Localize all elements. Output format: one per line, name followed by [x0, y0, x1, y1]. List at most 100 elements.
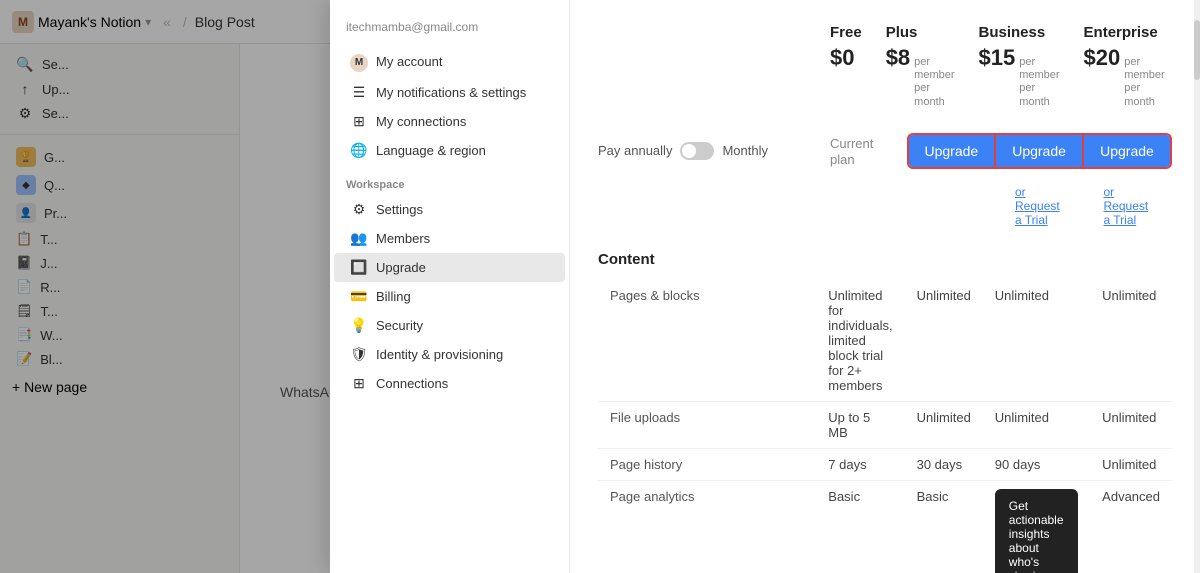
- plan-col-free: Free $0: [818, 24, 874, 125]
- monthly-text: Monthly: [722, 143, 768, 158]
- action-buttons: Current plan Upgrade Upgrade Upgrade: [818, 133, 1172, 169]
- enterprise-plan-price: $20 per memberper month: [1084, 45, 1165, 109]
- content-section-header: Content: [598, 251, 1172, 268]
- upgrade-icon: 🔲: [350, 259, 368, 276]
- plan-col-empty: [598, 24, 818, 125]
- members-label: Members: [376, 231, 430, 246]
- feature-plus-pages: Unlimited: [905, 280, 983, 402]
- modal-nav-notifications[interactable]: ☰ My notifications & settings: [334, 78, 565, 107]
- upgrade-plus-button[interactable]: Upgrade: [909, 135, 997, 167]
- feature-enterprise-uploads: Unlimited: [1090, 401, 1172, 448]
- pay-toggle-label: Pay annually Monthly: [598, 142, 818, 160]
- feature-row-analytics: Page analytics Basic Basic Get actionabl…: [598, 480, 1172, 573]
- connections2-icon: ⊞: [350, 375, 368, 392]
- modal-nav-connections[interactable]: ⊞ My connections: [334, 107, 565, 136]
- business-plan-name: Business: [979, 24, 1060, 41]
- connections-label: My connections: [376, 114, 466, 129]
- request-trial-business[interactable]: or Request a Trial: [1003, 181, 1076, 231]
- plus-plan-name: Plus: [886, 24, 955, 41]
- feature-business-analytics: Get actionable insights about who's view…: [983, 480, 1090, 573]
- settings-label: Settings: [376, 202, 423, 217]
- modal-nav-security[interactable]: 💡 Security: [334, 311, 565, 340]
- account-avatar: M: [350, 54, 368, 72]
- feature-row-uploads: File uploads Up to 5 MB Unlimited Unlimi…: [598, 401, 1172, 448]
- billing-label: Billing: [376, 289, 411, 304]
- trial-empty-2: [818, 181, 907, 231]
- feature-business-history: 90 days: [983, 448, 1090, 480]
- feature-plus-history: 30 days: [905, 448, 983, 480]
- modal-nav-billing[interactable]: 💳 Billing: [334, 282, 565, 311]
- modal-nav-my-account[interactable]: M My account: [334, 46, 565, 78]
- modal-nav-members[interactable]: 👥 Members: [334, 224, 565, 253]
- plan-col-enterprise: Enterprise $20 per memberper month: [1072, 24, 1177, 125]
- feature-enterprise-history: Unlimited: [1090, 448, 1172, 480]
- trial-business-cell: or Request a Trial: [995, 181, 1084, 231]
- request-trial-enterprise[interactable]: or Request a Trial: [1092, 181, 1165, 231]
- current-plan-cell: Current plan: [818, 135, 907, 167]
- billing-icon: 💳: [350, 288, 368, 305]
- plus-plan-price: $8 per memberper month: [886, 45, 955, 109]
- feature-business-uploads: Unlimited: [983, 401, 1090, 448]
- members-icon: 👥: [350, 230, 368, 247]
- free-plan-name: Free: [830, 24, 862, 41]
- upgrade-enterprise-button[interactable]: Upgrade: [1084, 135, 1170, 167]
- workspace-section-label: Workspace: [330, 165, 569, 195]
- settings-modal: itechmamba@gmail.com M My account ☰ My n…: [330, 0, 1200, 573]
- trial-links-row: or Request a Trial or Request a Trial: [598, 181, 1172, 231]
- my-account-label: My account: [376, 54, 442, 69]
- feature-enterprise-pages: Unlimited: [1090, 280, 1172, 402]
- modal-nav-identity[interactable]: 🛡 Identity & provisioning: [334, 340, 565, 369]
- user-email: itechmamba@gmail.com: [330, 16, 569, 46]
- feature-free-uploads: Up to 5 MB: [816, 401, 904, 448]
- feature-name-pages: Pages & blocks: [598, 280, 816, 402]
- feature-row-history: Page history 7 days 30 days 90 days Unli…: [598, 448, 1172, 480]
- feature-free-pages: Unlimited for individuals, limited block…: [816, 280, 904, 402]
- trial-empty-1: [598, 181, 818, 231]
- security-label: Security: [376, 318, 423, 333]
- toggle-switch[interactable]: [680, 142, 714, 160]
- feature-plus-uploads: Unlimited: [905, 401, 983, 448]
- enterprise-plan-name: Enterprise: [1084, 24, 1165, 41]
- language-icon: 🌐: [350, 142, 368, 159]
- scrollbar-thumb: [1194, 20, 1200, 80]
- plan-col-business: Business $15 per memberper month: [967, 24, 1072, 125]
- pay-annually-text: Pay annually: [598, 143, 672, 158]
- business-plan-price-sub: per memberper month: [1019, 56, 1059, 109]
- scrollbar[interactable]: [1194, 0, 1200, 573]
- modal-nav: itechmamba@gmail.com M My account ☰ My n…: [330, 0, 570, 573]
- upgrade-buttons-group: Upgrade Upgrade Upgrade: [907, 133, 1173, 169]
- feature-plus-analytics: Basic: [905, 480, 983, 573]
- feature-business-pages: Unlimited: [983, 280, 1090, 402]
- identity-label: Identity & provisioning: [376, 347, 503, 362]
- feature-enterprise-analytics: Advanced: [1090, 480, 1172, 573]
- security-icon: 💡: [350, 317, 368, 334]
- analytics-tooltip: Get actionable insights about who's view…: [995, 489, 1078, 573]
- account-icon: M: [350, 52, 368, 72]
- feature-free-analytics: Basic: [816, 480, 904, 573]
- trial-enterprise-cell: or Request a Trial: [1084, 181, 1173, 231]
- plus-plan-price-sub: per memberper month: [914, 56, 954, 109]
- feature-table: Pages & blocks Unlimited for individuals…: [598, 280, 1172, 573]
- current-plan-text: Current plan: [830, 136, 873, 167]
- free-plan-price: $0: [830, 45, 862, 71]
- language-label: Language & region: [376, 143, 486, 158]
- settings-icon: ⚙: [350, 201, 368, 218]
- enterprise-plan-price-sub: per memberper month: [1124, 56, 1164, 109]
- upgrade-business-button[interactable]: Upgrade: [996, 135, 1084, 167]
- identity-icon: 🛡: [350, 346, 368, 363]
- feature-free-history: 7 days: [816, 448, 904, 480]
- feature-row-pages: Pages & blocks Unlimited for individuals…: [598, 280, 1172, 402]
- connections-icon: ⊞: [350, 113, 368, 130]
- notifications-label: My notifications & settings: [376, 85, 526, 100]
- trial-empty-3: [907, 181, 996, 231]
- modal-nav-settings[interactable]: ⚙ Settings: [334, 195, 565, 224]
- upgrade-label: Upgrade: [376, 260, 426, 275]
- modal-nav-upgrade[interactable]: 🔲 Upgrade: [334, 253, 565, 282]
- feature-name-uploads: File uploads: [598, 401, 816, 448]
- modal-nav-language[interactable]: 🌐 Language & region: [334, 136, 565, 165]
- modal-content: Free $0 Plus $8 per memberper month Busi…: [570, 0, 1200, 573]
- feature-name-history: Page history: [598, 448, 816, 480]
- toggle-row: Pay annually Monthly Current plan Upgrad…: [598, 133, 1172, 169]
- modal-nav-connections2[interactable]: ⊞ Connections: [334, 369, 565, 398]
- connections2-label: Connections: [376, 376, 448, 391]
